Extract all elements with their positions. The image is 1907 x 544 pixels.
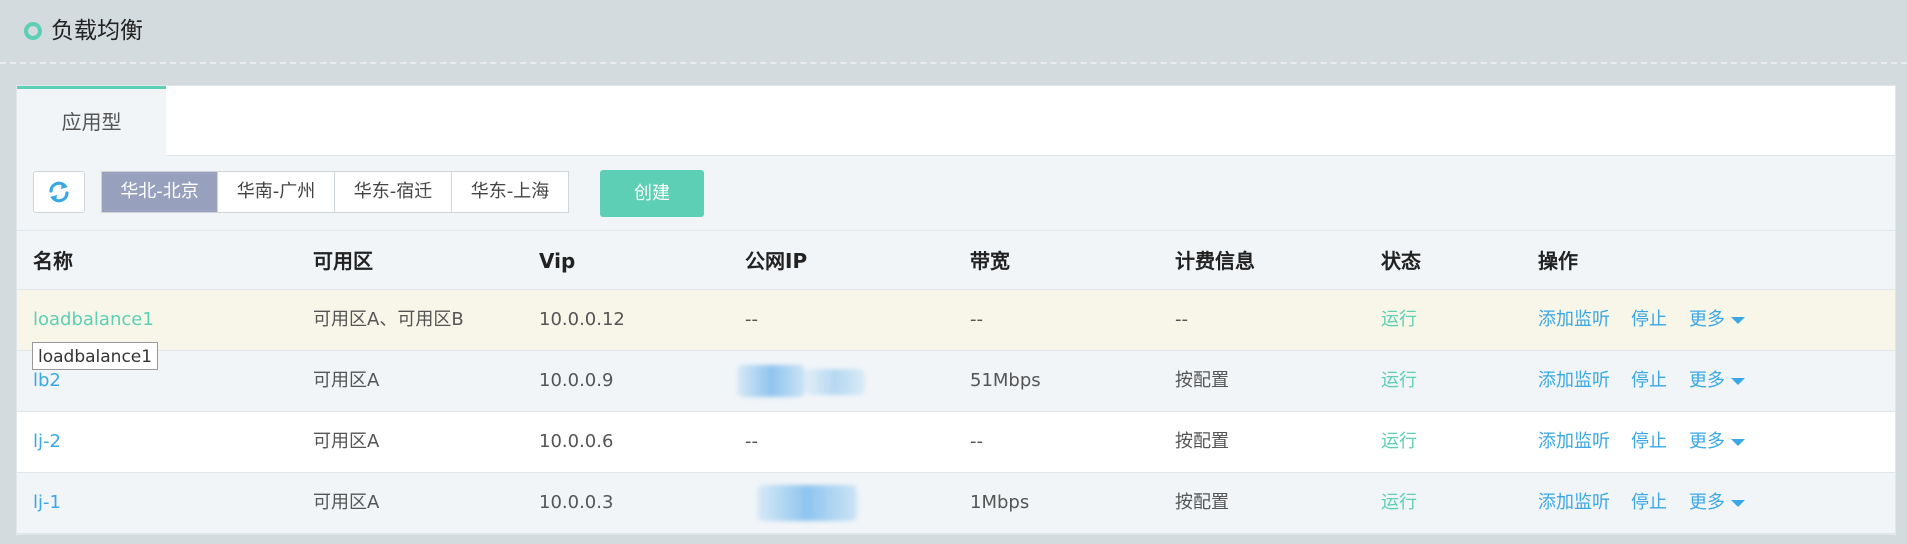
row-status: 运行	[1381, 309, 1417, 330]
row-billing: 按配置	[1175, 370, 1229, 391]
redacted-public-ip	[805, 369, 865, 395]
more-dropdown[interactable]: 更多	[1689, 412, 1745, 472]
region-beijing[interactable]: 华北-北京	[102, 172, 218, 212]
column-header-actions: 操作	[1538, 249, 1578, 273]
caret-down-icon	[1731, 499, 1745, 507]
row-zone: 可用区A	[313, 431, 380, 452]
more-label: 更多	[1689, 492, 1725, 513]
row-zone: 可用区A、可用区B	[313, 309, 464, 330]
redacted-public-ip	[757, 485, 857, 521]
add-listener-link[interactable]: 添加监听	[1538, 473, 1610, 533]
row-bandwidth: 1Mbps	[970, 492, 1030, 513]
name-tooltip: loadbalance1	[32, 342, 159, 370]
stop-link[interactable]: 停止	[1631, 290, 1667, 350]
row-public-ip: --	[745, 431, 758, 452]
refresh-icon	[49, 181, 69, 203]
row-billing: 按配置	[1175, 431, 1229, 452]
circle-icon	[24, 22, 42, 40]
row-billing: --	[1175, 309, 1188, 330]
row-bandwidth: 51Mbps	[970, 370, 1041, 391]
more-label: 更多	[1689, 309, 1725, 330]
column-header-billing: 计费信息	[1175, 249, 1255, 273]
row-status: 运行	[1381, 431, 1417, 452]
table-row: lj-1 可用区A 10.0.0.3 1Mbps 按配置 运行 添加监听 停止 …	[17, 473, 1895, 534]
tab-bar: 应用型	[17, 86, 1895, 156]
page-title: 负载均衡	[51, 18, 143, 44]
more-dropdown[interactable]: 更多	[1689, 473, 1745, 533]
row-vip: 10.0.0.9	[539, 370, 614, 391]
row-status: 运行	[1381, 492, 1417, 513]
add-listener-link[interactable]: 添加监听	[1538, 412, 1610, 472]
create-button[interactable]: 创建	[600, 170, 704, 217]
region-suqian[interactable]: 华东-宿迁	[335, 172, 452, 212]
tab-application[interactable]: 应用型	[17, 86, 166, 156]
more-label: 更多	[1689, 370, 1725, 391]
column-header-bandwidth: 带宽	[970, 249, 1010, 273]
add-listener-link[interactable]: 添加监听	[1538, 351, 1610, 411]
row-zone: 可用区A	[313, 492, 380, 513]
redacted-public-ip	[737, 365, 805, 397]
table-row: loadbalance1 可用区A、可用区B 10.0.0.12 -- -- -…	[17, 290, 1895, 351]
caret-down-icon	[1731, 316, 1745, 324]
row-bandwidth: --	[970, 431, 983, 452]
row-vip: 10.0.0.6	[539, 431, 614, 452]
page-header: 负载均衡	[0, 0, 1907, 64]
refresh-button[interactable]	[33, 171, 85, 213]
table-header: 名称 可用区 Vip 公网IP 带宽 计费信息 状态 操作	[17, 230, 1895, 290]
row-bandwidth: --	[970, 309, 983, 330]
column-header-name: 名称	[33, 249, 73, 273]
row-vip: 10.0.0.12	[539, 309, 625, 330]
add-listener-link[interactable]: 添加监听	[1538, 290, 1610, 350]
toolbar: 华北-北京 华南-广州 华东-宿迁 华东-上海 创建	[17, 156, 1895, 230]
column-header-zone: 可用区	[313, 249, 373, 273]
caret-down-icon	[1731, 438, 1745, 446]
stop-link[interactable]: 停止	[1631, 351, 1667, 411]
region-guangzhou[interactable]: 华南-广州	[218, 172, 335, 212]
more-dropdown[interactable]: 更多	[1689, 290, 1745, 350]
column-header-public-ip: 公网IP	[745, 249, 808, 273]
region-selector: 华北-北京 华南-广州 华东-宿迁 华东-上海	[101, 171, 569, 213]
row-name-link[interactable]: lj-1	[33, 473, 61, 533]
caret-down-icon	[1731, 377, 1745, 385]
row-status: 运行	[1381, 370, 1417, 391]
row-zone: 可用区A	[313, 370, 380, 391]
stop-link[interactable]: 停止	[1631, 412, 1667, 472]
row-name-link[interactable]: lj-2	[33, 412, 61, 472]
more-label: 更多	[1689, 431, 1725, 452]
column-header-vip: Vip	[539, 249, 576, 273]
region-shanghai[interactable]: 华东-上海	[452, 172, 568, 212]
more-dropdown[interactable]: 更多	[1689, 351, 1745, 411]
table-row: lj-2 可用区A 10.0.0.6 -- -- 按配置 运行 添加监听 停止 …	[17, 412, 1895, 473]
row-public-ip: --	[745, 309, 758, 330]
main-panel: 应用型 华北-北京 华南-广州 华东-宿迁 华东-上海 创建 名称 可用区 Vi…	[16, 85, 1896, 535]
row-name-link[interactable]: loadbalance1	[33, 290, 154, 350]
loadbalancer-table: 名称 可用区 Vip 公网IP 带宽 计费信息 状态 操作 loadbalanc…	[17, 230, 1895, 534]
row-billing: 按配置	[1175, 492, 1229, 513]
stop-link[interactable]: 停止	[1631, 473, 1667, 533]
row-vip: 10.0.0.3	[539, 492, 614, 513]
column-header-status: 状态	[1381, 249, 1421, 273]
table-row: lb2 可用区A 10.0.0.9 51Mbps 按配置 运行 添加监听 停止 …	[17, 351, 1895, 412]
